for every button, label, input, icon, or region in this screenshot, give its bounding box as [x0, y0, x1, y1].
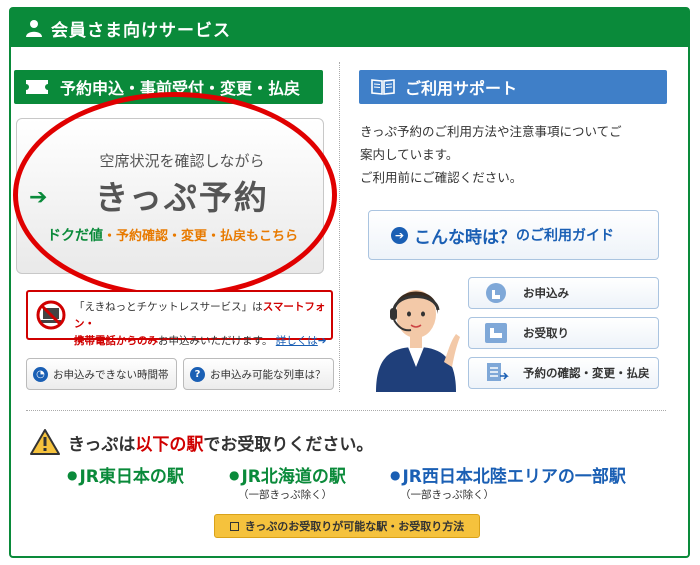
- reservation-check-guide-button[interactable]: 予約の確認・変更・払戻: [468, 357, 659, 389]
- guide-label-1: こんな時は？: [414, 227, 516, 248]
- clock-icon: ◔: [33, 366, 48, 382]
- dokudane-label: ドクだ値: [47, 228, 103, 244]
- support-section-label: ご利用サポート: [405, 79, 518, 98]
- station-jr-hokkaido: ● JR北海道の駅: [229, 462, 346, 487]
- station-note-hokkaido: （一部きっぷ除く）: [238, 489, 333, 501]
- warning-line2-red: 携帯電話からのみ: [74, 335, 158, 347]
- warning-line1: 「えきねっとチケットレスサービス」は: [74, 301, 263, 313]
- book-icon: [371, 79, 395, 95]
- person-icon: [26, 20, 42, 37]
- receive-msg-red: 以下の駅: [135, 434, 204, 455]
- station-jr-west-hokuriku: ● JR西日本北陸エリアの一部駅: [390, 462, 626, 487]
- support-line-3: ご利用前にご確認ください。: [360, 170, 523, 185]
- support-description: きっぷ予約のご利用方法や注意事項についてご 案内しています。 ご利用前にご確認く…: [360, 120, 670, 189]
- unavailable-hours-label: お申込みできない時間帯: [53, 368, 169, 381]
- arrow-right-icon: ➔: [391, 226, 408, 244]
- reservation-main-label: きっぷ予約: [95, 178, 269, 217]
- receive-notice: きっぷは以下の駅でお受取りください。: [30, 428, 373, 456]
- station-jr-west-hokuriku-label: JR西日本北陸エリアの一部駅: [402, 467, 626, 487]
- ticket-reservation-button[interactable]: ➔ 空席状況を確認しながら きっぷ予約 ドクだ値・予約確認・変更・払戻もこちら: [16, 118, 324, 274]
- station-jr-east-label: JR東日本の駅: [79, 467, 184, 487]
- section-divider: [26, 410, 666, 411]
- bullet-icon: ●: [390, 468, 401, 482]
- reservation-foot: ドクだ値・予約確認・変更・払戻もこちら: [47, 225, 298, 245]
- details-link[interactable]: 詳しくは: [276, 335, 318, 347]
- reservation-subtitle: 空席状況を確認しながら: [99, 152, 265, 170]
- panel-header: 会員さま向けサービス: [11, 9, 688, 47]
- reservation-check-guide-label: 予約の確認・変更・払戻: [523, 366, 650, 380]
- warning-line2: お申込みいただけます。: [158, 335, 273, 347]
- document-icon: [487, 363, 509, 381]
- application-guide-button[interactable]: お申込み: [468, 277, 659, 309]
- receive-msg-suffix: でお受取りください。: [203, 434, 374, 455]
- receipt-guide-label: お受取り: [523, 326, 569, 340]
- receive-message: きっぷは以下の駅でお受取りください。: [68, 430, 373, 455]
- ticket-icon: [26, 80, 48, 94]
- ticketless-warning: 「えきねっとチケットレスサービス」はスマートフォン・ 携帯電話からのみお申込みい…: [26, 290, 333, 347]
- guide-label-2: のご利用ガイド: [516, 228, 614, 244]
- application-guide-label: お申込み: [523, 286, 569, 300]
- reservation-foot-text: ・予約確認・変更・払戻もこちら: [103, 229, 299, 244]
- hand-pointer-icon: [486, 283, 506, 303]
- bullet-icon: ●: [229, 468, 240, 482]
- receiving-stations-label: きっぷのお受取りが可能な駅・お受取り方法: [244, 520, 465, 533]
- column-divider: [339, 62, 340, 392]
- support-section-title: ご利用サポート: [359, 70, 667, 104]
- no-pc-icon: [36, 300, 66, 330]
- warning-icon: [30, 429, 60, 455]
- support-line-2: 案内しています。: [360, 147, 459, 162]
- receiving-stations-button[interactable]: きっぷのお受取りが可能な駅・お受取り方法: [214, 514, 480, 538]
- warning-text: 「えきねっとチケットレスサービス」はスマートフォン・ 携帯電話からのみお申込みい…: [74, 299, 330, 350]
- receive-msg-prefix: きっぷは: [68, 434, 136, 455]
- unavailable-hours-button[interactable]: ◔ お申込みできない時間帯: [26, 358, 177, 390]
- reservation-section-label: 予約申込・事前受付・変更・払戻: [60, 79, 301, 98]
- window-icon: [229, 521, 239, 531]
- reservation-section-title: 予約申込・事前受付・変更・払戻: [14, 70, 323, 104]
- station-jr-hokkaido-label: JR北海道の駅: [241, 467, 346, 487]
- available-trains-button[interactable]: ? お申込み可能な列車は？: [183, 358, 334, 390]
- bullet-icon: ●: [67, 468, 78, 482]
- panel-title: 会員さま向けサービス: [51, 20, 231, 41]
- receipt-guide-button[interactable]: お受取り: [468, 317, 659, 349]
- arrow-right-icon: ➔: [317, 335, 327, 347]
- usage-guide-button[interactable]: ➔ こんな時は？ のご利用ガイド: [368, 210, 659, 260]
- operator-illustration: [376, 290, 460, 392]
- hand-receive-icon: [485, 323, 507, 343]
- station-jr-east: ● JR東日本の駅: [67, 462, 184, 487]
- question-icon: ?: [190, 366, 205, 382]
- station-note-west: （一部きっぷ除く）: [400, 489, 495, 501]
- available-trains-label: お申込み可能な列車は？: [210, 368, 326, 381]
- support-line-1: きっぷ予約のご利用方法や注意事項についてご: [360, 124, 622, 139]
